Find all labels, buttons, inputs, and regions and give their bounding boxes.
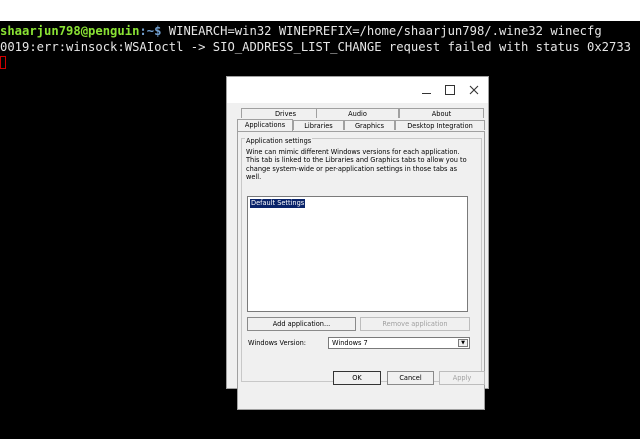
tab-libraries[interactable]: Libraries bbox=[293, 120, 344, 130]
command-text: WINEARCH=win32 WINEPREFIX=/home/shaarjun… bbox=[161, 24, 602, 38]
windows-version-label: Windows Version: bbox=[248, 339, 306, 347]
remove-application-button[interactable]: Remove application bbox=[360, 317, 470, 331]
close-icon[interactable] bbox=[465, 82, 483, 98]
top-bar bbox=[0, 0, 640, 21]
chevron-down-icon[interactable]: ▼ bbox=[458, 339, 468, 347]
minimize-icon[interactable] bbox=[417, 82, 435, 98]
group-title: Application settings bbox=[245, 137, 313, 145]
tab-about[interactable]: About bbox=[399, 108, 484, 118]
maximize-icon[interactable] bbox=[441, 82, 459, 98]
windows-version-select[interactable]: Windows 7 ▼ bbox=[328, 337, 470, 349]
tab-graphics[interactable]: Graphics bbox=[344, 120, 395, 130]
windows-version-value: Windows 7 bbox=[332, 339, 368, 347]
prompt-user: shaarjun798@penguin bbox=[0, 24, 140, 38]
applications-list[interactable]: Default Settings bbox=[247, 196, 468, 312]
title-bar[interactable] bbox=[227, 77, 488, 103]
ok-button[interactable]: OK bbox=[333, 371, 381, 385]
wine-config-dialog: Drives Audio About Applications Librarie… bbox=[226, 76, 489, 410]
cancel-button[interactable]: Cancel bbox=[387, 371, 434, 385]
terminal-command-line: shaarjun798@penguin:~$ WINEARCH=win32 WI… bbox=[0, 23, 602, 39]
apply-button[interactable]: Apply bbox=[439, 371, 485, 385]
group-description: Wine can mimic different Windows version… bbox=[246, 148, 467, 181]
prompt-path: :~$ bbox=[139, 24, 162, 38]
terminal-error-line: 0019:err:winsock:WSAIoctl -> SIO_ADDRESS… bbox=[0, 40, 632, 54]
add-application-button[interactable]: Add application... bbox=[247, 317, 356, 331]
list-item[interactable]: Default Settings bbox=[250, 199, 306, 208]
tab-desktop-integration[interactable]: Desktop Integration bbox=[395, 120, 485, 130]
tab-applications[interactable]: Applications bbox=[237, 119, 293, 131]
terminal-cursor bbox=[0, 56, 6, 69]
tab-audio[interactable]: Audio bbox=[316, 108, 399, 118]
